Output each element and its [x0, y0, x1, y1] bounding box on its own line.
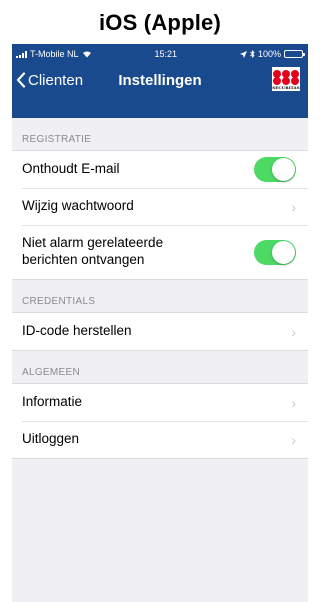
row-information[interactable]: Informatie › — [12, 384, 308, 421]
row-remember-email: Onthoudt E-mail — [12, 151, 308, 188]
remember-email-label: Onthoudt E-mail — [22, 161, 120, 177]
location-icon — [239, 50, 247, 58]
phone-screen: T-Mobile NL 15:21 100% Clienten Instelli… — [12, 44, 308, 602]
row-reset-id-code[interactable]: ID-code herstellen › — [12, 313, 308, 350]
status-time: 15:21 — [154, 49, 177, 59]
non-alarm-messages-label: Niet alarm gerelateerde berichten ontvan… — [22, 235, 163, 269]
chevron-left-icon — [16, 72, 26, 88]
status-left: T-Mobile NL — [16, 49, 92, 59]
logout-label: Uitloggen — [22, 431, 80, 447]
chevron-right-icon: › — [291, 198, 296, 215]
group-algemeen: Informatie › Uitloggen › — [12, 383, 308, 459]
row-change-password[interactable]: Wijzig wachtwoord › — [12, 188, 308, 225]
back-button[interactable]: Clienten — [12, 72, 83, 89]
securitas-logo: SECURITAS — [272, 67, 300, 91]
logo-text: SECURITAS — [272, 84, 300, 90]
group-credentials: ID-code herstellen › — [12, 312, 308, 351]
non-alarm-line-2: berichten ontvangen — [22, 252, 145, 267]
section-header-registratie: REGISTRATIE — [22, 134, 92, 145]
section-header-credentials: CREDENTIALS — [22, 296, 96, 307]
chevron-right-icon: › — [291, 323, 296, 340]
wifi-icon — [82, 51, 91, 58]
nav-bar: Clienten Instellingen SECURITAS — [12, 64, 308, 96]
section-header-algemeen: ALGEMEEN — [22, 367, 80, 378]
chevron-right-icon: › — [291, 394, 296, 411]
signal-icon — [16, 50, 27, 58]
non-alarm-messages-toggle[interactable] — [254, 239, 296, 265]
status-bar: T-Mobile NL 15:21 100% — [12, 44, 308, 64]
battery-icon — [283, 50, 305, 58]
change-password-label: Wijzig wachtwoord — [22, 198, 134, 214]
non-alarm-line-1: Niet alarm gerelateerde — [22, 235, 164, 251]
bluetooth-icon — [250, 50, 255, 58]
row-logout[interactable]: Uitloggen › — [12, 421, 308, 458]
page-caption: iOS (Apple) — [99, 10, 221, 35]
status-right: 100% — [239, 49, 305, 59]
carrier-label: T-Mobile NL — [30, 49, 79, 59]
information-label: Informatie — [22, 394, 83, 410]
top-bar: T-Mobile NL 15:21 100% Clienten Instelli… — [12, 44, 308, 118]
group-registratie: Onthoudt E-mail Wijzig wachtwoord › Niet… — [12, 150, 308, 280]
remember-email-toggle[interactable] — [254, 157, 296, 182]
battery-percent: 100% — [257, 49, 281, 59]
row-non-alarm-messages: Niet alarm gerelateerde berichten ontvan… — [12, 225, 308, 279]
reset-id-code-label: ID-code herstellen — [22, 323, 132, 339]
chevron-right-icon: › — [291, 431, 296, 448]
back-label: Clienten — [28, 71, 84, 89]
